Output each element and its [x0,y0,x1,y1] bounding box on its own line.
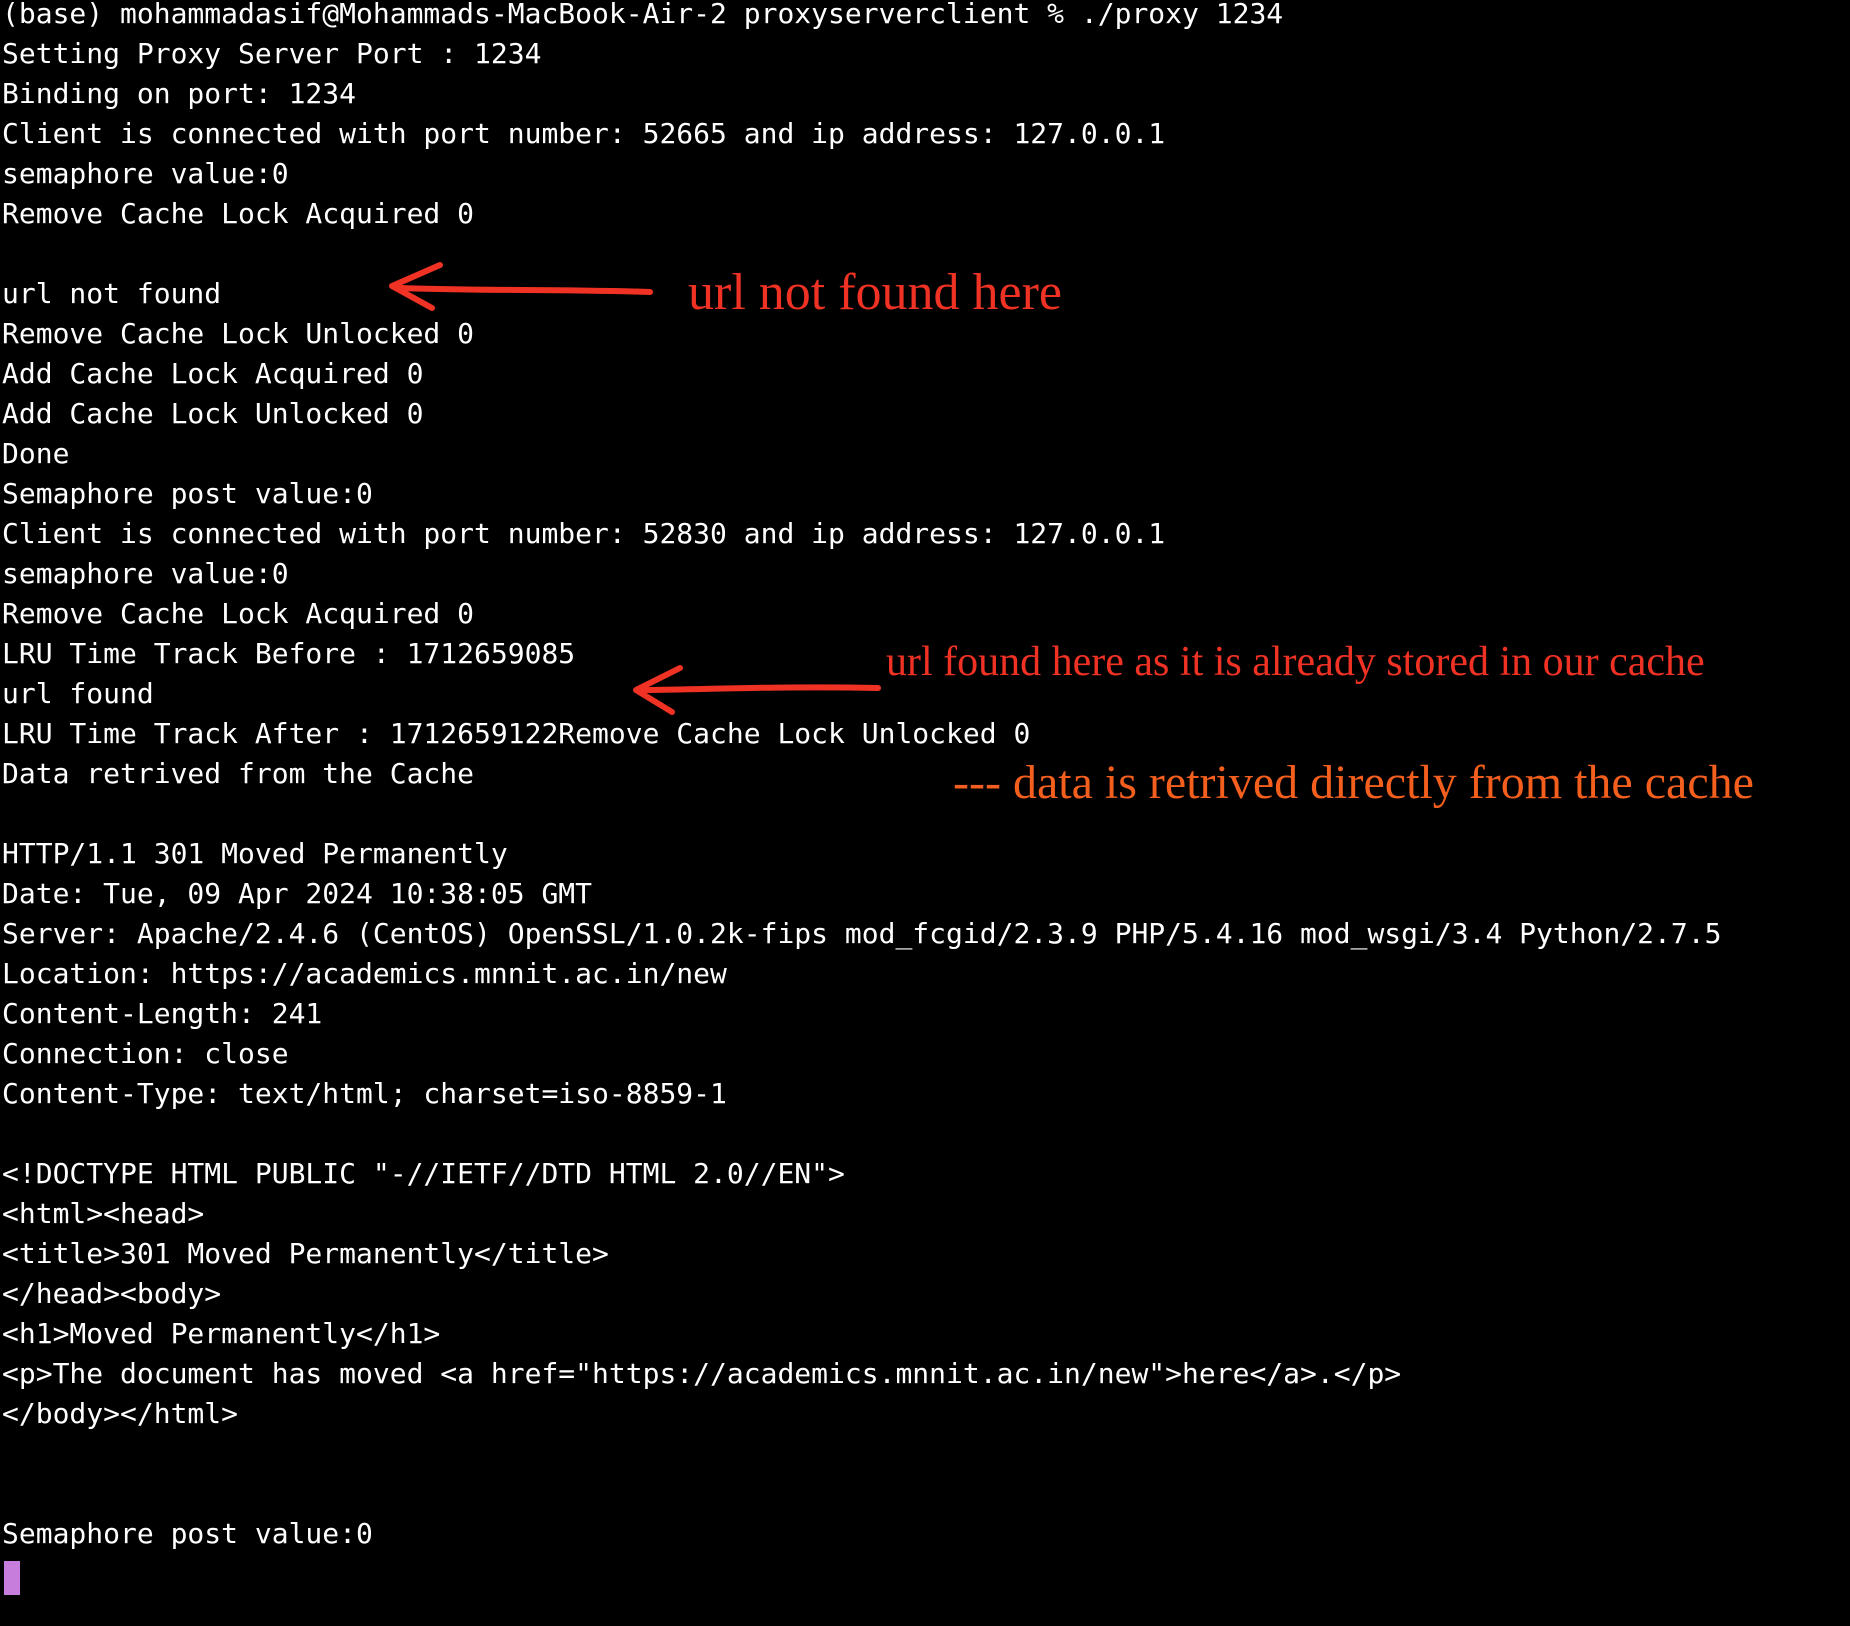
output-line: <!DOCTYPE HTML PUBLIC "-//IETF//DTD HTML… [2,1157,845,1190]
output-line: Binding on port: 1234 [2,77,357,110]
output-line: <p>The document has moved <a href="https… [2,1357,1402,1390]
output-line: Remove Cache Lock Acquired 0 [2,597,475,630]
output-line: semaphore value:0 [2,157,289,190]
output-line: Add Cache Lock Unlocked 0 [2,397,424,430]
terminal-cursor [4,1561,20,1595]
prompt-line: (base) mohammadasif@Mohammads-MacBook-Ai… [2,0,1284,30]
output-line: Client is connected with port number: 52… [2,517,1166,550]
output-line: <html><head> [2,1197,205,1230]
output-line: Remove Cache Lock Acquired 0 [2,197,475,230]
output-line: </head><body> [2,1277,222,1310]
output-line: Content-Type: text/html; charset=iso-885… [2,1077,727,1110]
output-line: Date: Tue, 09 Apr 2024 10:38:05 GMT [2,877,593,910]
output-line: <h1>Moved Permanently</h1> [2,1317,441,1350]
output-line: url not found [2,277,222,310]
output-line: Content-Length: 241 [2,997,323,1030]
annotation-url-found: url found here as it is already stored i… [886,639,1705,685]
output-line: url found [2,677,154,710]
output-line: LRU Time Track After : 1712659122Remove … [2,717,1031,750]
output-line: Location: https://academics.mnnit.ac.in/… [2,957,727,990]
output-line: <title>301 Moved Permanently</title> [2,1237,609,1270]
output-line: Server: Apache/2.4.6 (CentOS) OpenSSL/1.… [2,917,1722,950]
output-line: semaphore value:0 [2,557,289,590]
output-line: </body></html> [2,1397,239,1430]
output-line: Semaphore post value:0 [2,1517,373,1550]
output-line: Add Cache Lock Acquired 0 [2,357,424,390]
annotation-data-from-cache: --- data is retrived directly from the c… [953,756,1754,809]
output-line: Setting Proxy Server Port : 1234 [2,37,542,70]
output-line: HTTP/1.1 301 Moved Permanently [2,837,508,870]
output-line: Done [2,437,70,470]
terminal-window[interactable]: (base) mohammadasif@Mohammads-MacBook-Ai… [2,0,1848,1626]
output-line: LRU Time Track Before : 1712659085 [2,637,576,670]
output-line: Data retrived from the Cache [2,757,475,790]
annotation-url-not-found: url not found here [688,264,1063,321]
output-line: Client is connected with port number: 52… [2,117,1166,150]
output-line: Connection: close [2,1037,289,1070]
output-line: Remove Cache Lock Unlocked 0 [2,317,475,350]
output-line: Semaphore post value:0 [2,477,373,510]
